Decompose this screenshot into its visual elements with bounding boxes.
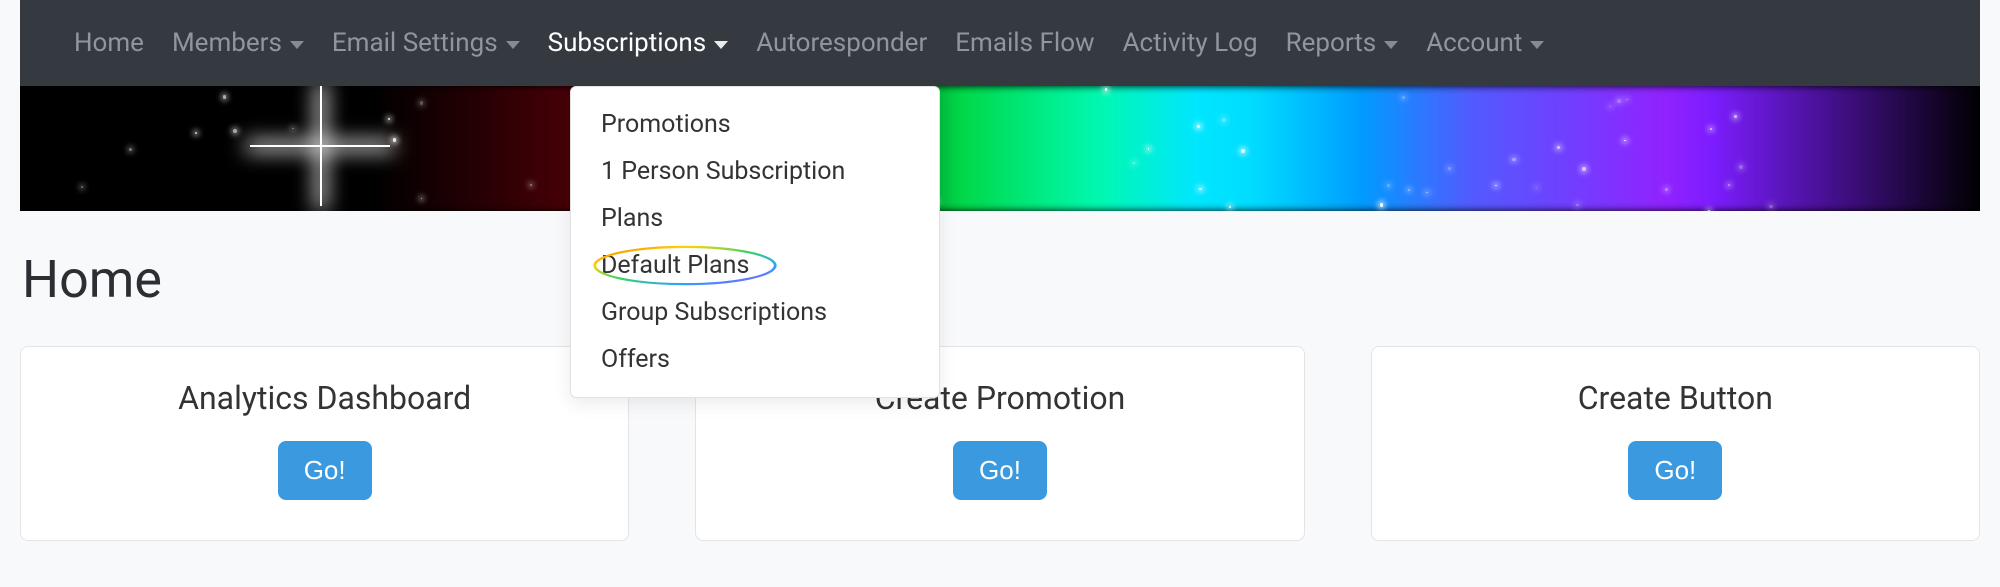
nav-item-emails-flow[interactable]: Emails Flow [941,28,1108,58]
chevron-down-icon [714,41,728,49]
hero-banner [20,86,1980,211]
card-analytics-dashboard: Analytics Dashboard Go! [20,346,629,541]
highlight-ellipse [591,244,779,287]
chevron-down-icon [290,41,304,49]
card-title: Create Button [1392,379,1959,417]
dropdown-item-offers[interactable]: Offers [571,336,939,383]
chevron-down-icon [1384,41,1398,49]
dropdown-item-group-subscriptions[interactable]: Group Subscriptions [571,289,939,336]
card-title: Analytics Dashboard [41,379,608,417]
nav-item-label: Autoresponder [756,28,927,58]
dropdown-item-plans[interactable]: Plans [571,195,939,242]
subscriptions-dropdown: Promotions1 Person SubscriptionPlansDefa… [570,86,940,398]
nav-item-email-settings[interactable]: Email Settings [318,28,534,58]
chevron-down-icon [1530,41,1544,49]
go-button[interactable]: Go! [278,441,372,500]
go-button[interactable]: Go! [953,441,1047,500]
chevron-down-icon [506,41,520,49]
nav-item-label: Account [1426,28,1522,58]
navbar: Home Members Email Settings Subscriptions Au… [20,0,1980,86]
nav-item-subscriptions[interactable]: Subscriptions [534,28,743,58]
nav-item-label: Reports [1286,28,1377,58]
nav-item-label: Email Settings [332,28,498,58]
dropdown-item-default-plans[interactable]: Default Plans [571,242,939,289]
card-create-button: Create Button Go! [1371,346,1980,541]
nav-item-label: Members [172,28,282,58]
nav-item-account[interactable]: Account [1412,28,1558,58]
nav-item-label: Emails Flow [955,28,1094,58]
nav-item-activity-log[interactable]: Activity Log [1109,28,1272,58]
nav-item-reports[interactable]: Reports [1272,28,1413,58]
nav-item-members[interactable]: Members [158,28,318,58]
nav-item-home[interactable]: Home [60,28,158,58]
nav-item-autoresponder[interactable]: Autoresponder [742,28,941,58]
page-title: Home [22,249,1980,310]
nav-item-label: Subscriptions [548,28,707,58]
nav-item-label: Home [74,28,144,58]
cards-row: Analytics DashboardGo!Create PromotionGo… [20,346,1980,541]
nav-item-label: Activity Log [1123,28,1258,58]
dropdown-item-promotions[interactable]: Promotions [571,101,939,148]
dropdown-item-1-person-subscription[interactable]: 1 Person Subscription [571,148,939,195]
go-button[interactable]: Go! [1628,441,1722,500]
